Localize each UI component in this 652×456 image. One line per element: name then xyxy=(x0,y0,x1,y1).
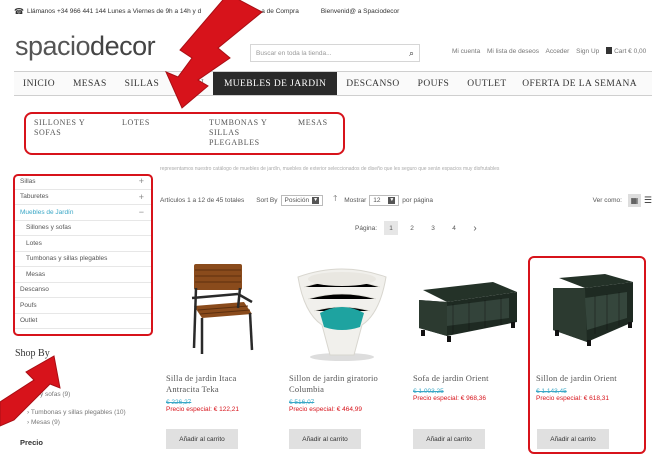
per-page-label: por página xyxy=(402,196,434,204)
product-card-2: Sillon de jardin giratorio Columbia € 51… xyxy=(289,373,399,413)
product-card-1: Silla de jardin Itaca Antracita Teka € 2… xyxy=(166,373,271,413)
product-image-2[interactable] xyxy=(292,263,392,363)
cart-link[interactable]: Cart € 0,00 xyxy=(614,48,646,55)
phone-text: Llámanos +34 966 441 144 Lunes a Viernes… xyxy=(26,7,202,15)
account-links: Mi cuenta Mi lista de deseos Acceder Sig… xyxy=(452,47,646,55)
dropdown-arrow-icon: ▼ xyxy=(388,196,396,204)
filter-label: Mesas (9) xyxy=(30,419,60,426)
next-page-icon[interactable]: › xyxy=(468,221,482,235)
swivel-armchair-image xyxy=(297,268,387,361)
view-as-label: Ver como: xyxy=(592,196,622,204)
category-description: representamos nuestro catálogo de mueble… xyxy=(160,166,500,172)
product-image-1[interactable] xyxy=(180,258,268,358)
filter-tumbonas[interactable]: › Tumbonas y sillas plegables (10) xyxy=(27,409,126,416)
special-price: Precio especial: € 464,99 xyxy=(289,406,362,413)
page-label: Página: xyxy=(355,224,378,232)
product-card-3: Sofa de jardin Orient € 1.003,25 Precio … xyxy=(413,373,523,402)
results-count: Artículos 1 a 12 de 45 totales xyxy=(160,196,245,204)
old-price: € 516,07 xyxy=(289,399,315,406)
logo-part-2: decor xyxy=(90,31,156,61)
price-filter-heading: Precio xyxy=(20,438,43,447)
wishlist-link[interactable]: Mi lista de deseos xyxy=(487,48,539,55)
highlight-box-product xyxy=(528,256,646,454)
nav-item-oferta[interactable]: OFERTA DE LA SEMANA xyxy=(513,72,646,95)
add-to-cart-button[interactable]: Añadir al carrito xyxy=(166,429,238,449)
search-icon[interactable]: ⌕ xyxy=(409,48,414,59)
sort-select[interactable]: Posición ▼ xyxy=(280,194,324,206)
limit-select[interactable]: 12 ▼ xyxy=(369,194,400,206)
sort-value: Posición xyxy=(284,196,310,204)
special-price: Precio especial: € 122,21 xyxy=(166,406,239,413)
nav-item-mesas[interactable]: MESAS xyxy=(64,72,116,95)
special-price: Precio especial: € 968,36 xyxy=(413,395,486,402)
cart-icon[interactable] xyxy=(606,47,613,54)
search-input[interactable]: Buscar en toda la tienda... xyxy=(256,50,409,57)
old-price: € 226,27 xyxy=(166,399,192,406)
nav-item-descanso[interactable]: DESCANSO xyxy=(337,72,408,95)
welcome-text: Bienvenid@ a Spaciodecor xyxy=(320,7,400,15)
pagination: Página: 1 2 3 4 › xyxy=(355,221,482,235)
nav-item-taburetes[interactable]: TABU xyxy=(168,72,213,95)
page-4[interactable]: 4 xyxy=(447,221,461,235)
product-name[interactable]: Sofa de jardin Orient xyxy=(413,373,523,384)
old-price: € 1.003,25 xyxy=(413,388,444,395)
add-to-cart-button[interactable]: Añadir al carrito xyxy=(413,429,485,449)
nav-item-outlet[interactable]: OUTLET xyxy=(458,72,515,95)
nav-item-muebles-jardin[interactable]: MUEBLES DE JARDIN xyxy=(212,72,338,95)
conditions-link[interactable]: a de Compra xyxy=(261,8,299,15)
show-label: Mostrar xyxy=(344,196,367,204)
shop-by-heading: Shop By xyxy=(15,348,50,359)
filter-label: Tumbonas y sillas plegables (10) xyxy=(30,409,126,416)
main-nav: INICIO MESAS SILLAS TABU MUEBLES DE JARD… xyxy=(14,71,652,96)
product-name[interactable]: Silla de jardin Itaca Antracita Teka xyxy=(166,373,271,395)
product-name[interactable]: Sillon de jardin giratorio Columbia xyxy=(289,373,399,395)
nav-item-sillas[interactable]: SILLAS xyxy=(116,72,169,95)
my-account-link[interactable]: Mi cuenta xyxy=(452,48,480,55)
page-1[interactable]: 1 xyxy=(384,221,399,235)
filter-mesas[interactable]: › Mesas (9) xyxy=(27,419,60,426)
sort-label: Sort By xyxy=(256,196,278,204)
dropdown-arrow-icon: ▼ xyxy=(312,196,320,204)
phone-icon: ☎ xyxy=(14,6,24,16)
chevron-right-icon: › xyxy=(27,419,30,426)
product-image-3[interactable] xyxy=(413,278,521,348)
highlight-box-sidebar xyxy=(13,174,153,336)
page-2[interactable]: 2 xyxy=(405,221,419,235)
nav-item-inicio[interactable]: INICIO xyxy=(14,72,64,95)
page-3[interactable]: 3 xyxy=(426,221,440,235)
highlight-box-mega-menu xyxy=(24,112,345,155)
limit-value: 12 xyxy=(373,196,381,204)
list-view-icon[interactable]: ☰ xyxy=(644,195,652,206)
signup-link[interactable]: Sign Up xyxy=(576,48,599,55)
orient-sofa-image xyxy=(419,282,517,342)
teak-chair-image xyxy=(191,264,254,354)
logo-part-1: spacio xyxy=(15,31,91,61)
sort-direction-icon[interactable]: 🡑 xyxy=(333,193,337,207)
nav-item-poufs[interactable]: POUFS xyxy=(409,72,459,95)
product-toolbar: Artículos 1 a 12 de 45 totales Sort By P… xyxy=(160,192,652,208)
search-box[interactable]: Buscar en toda la tienda... ⌕ xyxy=(250,44,420,62)
login-link[interactable]: Acceder xyxy=(545,48,569,55)
chevron-right-icon: › xyxy=(27,409,30,416)
filter-sillones[interactable]: y sofas (9) xyxy=(40,391,70,398)
add-to-cart-button[interactable]: Añadir al carrito xyxy=(289,429,361,449)
site-logo[interactable]: spaciodecor xyxy=(15,31,156,61)
top-info-bar: ☎ Llámanos +34 966 441 144 Lunes a Viern… xyxy=(14,3,399,19)
grid-view-icon[interactable]: ▦ xyxy=(627,193,641,207)
